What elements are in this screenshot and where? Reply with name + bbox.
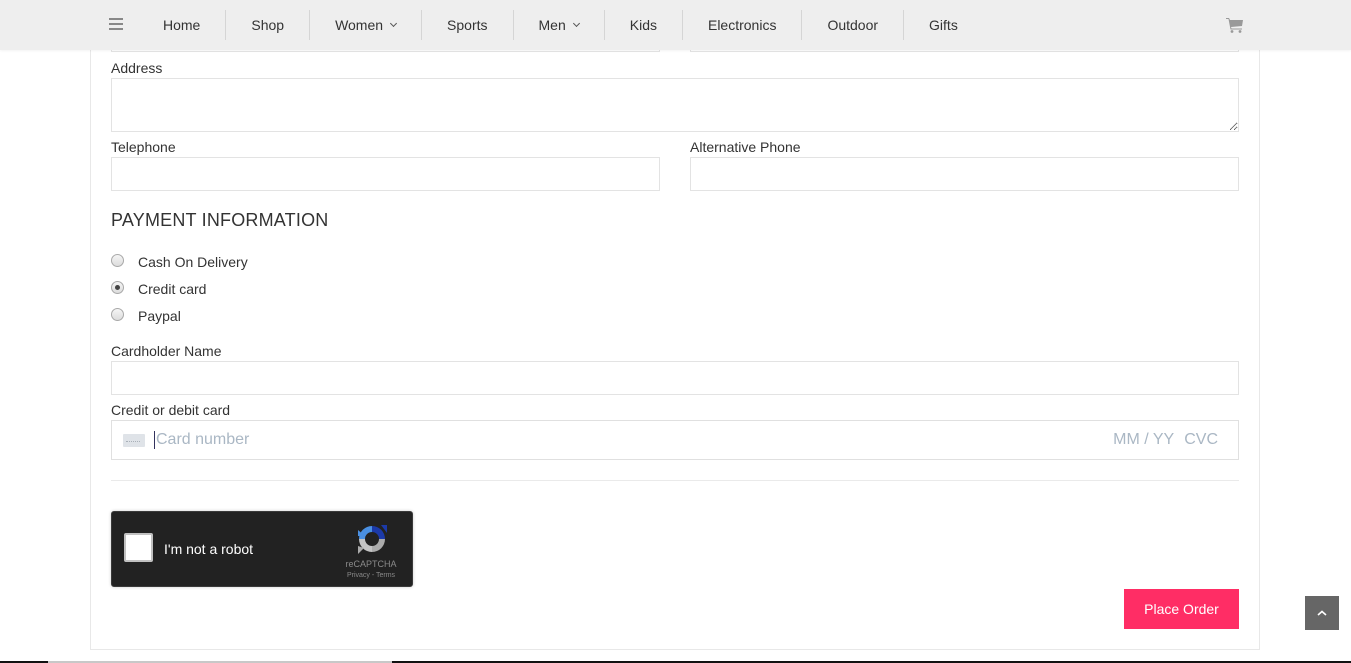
cardholder-name-label: Cardholder Name bbox=[111, 343, 222, 359]
nav-item-home[interactable]: Home bbox=[138, 10, 225, 40]
card-label: Credit or debit card bbox=[111, 402, 231, 418]
payment-option-label: Credit card bbox=[138, 281, 207, 297]
nav-item-shop[interactable]: Shop bbox=[225, 10, 309, 40]
nav-item-kids[interactable]: Kids bbox=[603, 10, 682, 40]
nav-item-label: Shop bbox=[251, 17, 285, 33]
radio-button[interactable] bbox=[111, 253, 124, 267]
recaptcha-label: I'm not a robot bbox=[164, 541, 254, 557]
payment-option-label: Paypal bbox=[138, 308, 181, 324]
nav-item-label: Home bbox=[163, 17, 201, 33]
hamburger-menu-icon[interactable] bbox=[109, 18, 123, 30]
section-divider bbox=[111, 480, 1239, 481]
recaptcha-privacy-terms-links[interactable]: Privacy - Terms bbox=[340, 572, 402, 579]
place-order-button[interactable]: Place Order bbox=[1124, 589, 1239, 629]
nav-item-label: Kids bbox=[629, 17, 657, 33]
nav-item-outdoor[interactable]: Outdoor bbox=[801, 10, 903, 40]
radio-button-selected[interactable] bbox=[111, 280, 124, 294]
address-label: Address bbox=[111, 60, 163, 76]
expiry-placeholder[interactable]: MM / YY bbox=[1113, 431, 1174, 449]
scroll-to-top-button[interactable] bbox=[1305, 596, 1339, 630]
telephone-input[interactable] bbox=[111, 157, 660, 191]
alternative-phone-input[interactable] bbox=[690, 157, 1239, 191]
address-textarea[interactable] bbox=[111, 78, 1239, 132]
recaptcha-widget: I'm not a robot reCAPTCHA Privacy - Term… bbox=[111, 511, 413, 587]
text-cursor bbox=[154, 431, 155, 449]
payment-option-label: Cash On Delivery bbox=[138, 254, 248, 270]
nav-item-sports[interactable]: Sports bbox=[421, 10, 512, 40]
nav-item-label: Men bbox=[538, 17, 566, 33]
recaptcha-brand: reCAPTCHA bbox=[345, 559, 397, 569]
card-number-placeholder: Card number bbox=[156, 431, 250, 448]
card-number-field[interactable]: Card number MM / YY CVC bbox=[111, 420, 1239, 460]
payment-option-cash-on-delivery[interactable]: Cash On Delivery bbox=[111, 253, 248, 270]
nav-item-label: Electronics bbox=[707, 17, 777, 33]
recaptcha-logo-icon bbox=[358, 525, 387, 554]
top-navbar: Home Shop Women Sports Men Kids Electron… bbox=[0, 0, 1351, 50]
radio-button[interactable] bbox=[111, 307, 124, 321]
nav-item-label: Outdoor bbox=[827, 17, 879, 33]
nav-item-label: Sports bbox=[447, 17, 488, 33]
cardholder-name-input[interactable] bbox=[111, 361, 1239, 395]
nav-item-women[interactable]: Women bbox=[309, 10, 421, 40]
nav-item-men[interactable]: Men bbox=[512, 10, 604, 40]
telephone-label: Telephone bbox=[111, 139, 176, 155]
alternative-phone-label: Alternative Phone bbox=[690, 139, 801, 155]
shopping-cart-icon[interactable] bbox=[1226, 17, 1244, 33]
chevron-down-icon bbox=[572, 19, 580, 27]
nav-item-label: Women bbox=[335, 17, 384, 33]
nav-menu: Home Shop Women Sports Men Kids Electron… bbox=[138, 0, 983, 50]
nav-item-gifts[interactable]: Gifts bbox=[903, 10, 983, 40]
payment-information-heading: PAYMENT INFORMATION bbox=[111, 210, 329, 230]
nav-item-label: Gifts bbox=[929, 17, 958, 33]
cvc-placeholder[interactable]: CVC bbox=[1184, 431, 1218, 449]
chevron-up-icon bbox=[1317, 610, 1327, 616]
credit-card-icon bbox=[123, 433, 145, 447]
payment-option-credit-card[interactable]: Credit card bbox=[111, 280, 207, 297]
recaptcha-checkbox[interactable] bbox=[124, 533, 153, 562]
payment-option-paypal[interactable]: Paypal bbox=[111, 307, 181, 324]
chevron-down-icon bbox=[390, 19, 398, 27]
nav-item-electronics[interactable]: Electronics bbox=[681, 10, 801, 40]
